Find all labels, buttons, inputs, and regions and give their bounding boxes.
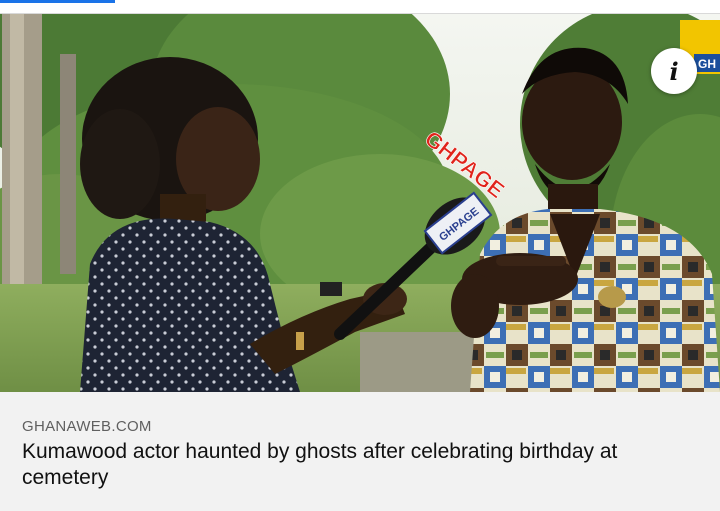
article-image[interactable]: GHPAGE GHPAGE GH i [0, 14, 720, 392]
article-headline[interactable]: Kumawood actor haunted by ghosts after c… [22, 439, 682, 491]
info-button[interactable]: i [651, 48, 697, 94]
top-strip [0, 0, 720, 14]
article-caption[interactable]: GHANAWEB.COM Kumawood actor haunted by g… [0, 392, 720, 511]
article-source: GHANAWEB.COM [22, 418, 152, 435]
channel-logo-text: GH [698, 57, 716, 71]
interview-scene: GHPAGE GHPAGE GH [0, 14, 720, 392]
progress-accent [0, 0, 115, 3]
info-icon: i [669, 56, 679, 86]
